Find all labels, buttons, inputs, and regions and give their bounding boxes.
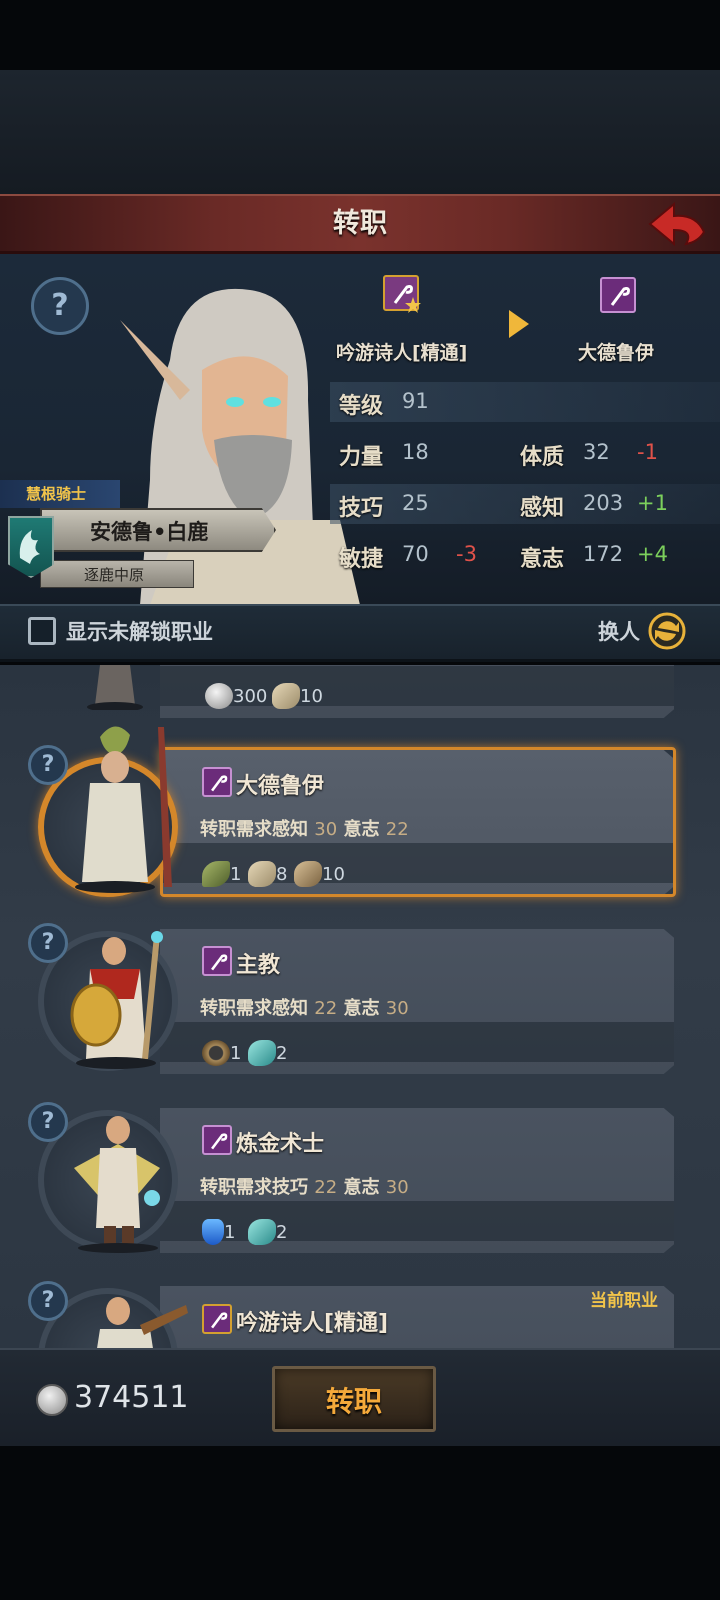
will-delta: +4 (637, 542, 668, 566)
agi-delta: -3 (456, 542, 477, 566)
job-portrait (87, 665, 143, 710)
job-requirement: 转职需求感知 30 意志 22 (200, 819, 409, 840)
scroll-icon (272, 683, 300, 709)
material-cloth: 2 (248, 1217, 289, 1247)
alchemist-portrait (74, 1116, 160, 1253)
swap-icon[interactable] (648, 612, 686, 650)
level-label: 等级 (339, 394, 384, 419)
ring-icon (202, 1040, 230, 1066)
material-ring: 1 (202, 1038, 243, 1068)
job-requirement: 转职需求技巧 22 意志 30 (200, 1177, 409, 1198)
con-delta: -1 (637, 440, 658, 464)
show-locked-label[interactable]: 显示未解锁职业 (66, 616, 213, 646)
page-title: 转职 (333, 208, 387, 239)
material-silver: 300 (205, 681, 269, 711)
potion-icon (202, 1219, 224, 1245)
current-class-icon (383, 275, 421, 313)
bishop-class-icon (202, 946, 232, 976)
con-label: 体质 (520, 445, 565, 470)
silver-coin-icon (205, 683, 233, 709)
job-requirement: 转职需求感知 22 意志 30 (200, 998, 409, 1019)
show-locked-checkbox[interactable] (28, 617, 56, 645)
bottom-spacer (0, 1446, 720, 1600)
per-delta: +1 (637, 491, 668, 515)
target-class-icon (600, 277, 636, 313)
top-band (0, 70, 720, 194)
will-value: 172 (583, 542, 624, 566)
job-name: 大德鲁伊 (236, 774, 325, 799)
skill-label: 技巧 (339, 496, 384, 521)
agi-value: 70 (402, 542, 429, 566)
skill-value: 25 (402, 491, 429, 515)
target-class-name: 大德鲁伊 (578, 342, 655, 364)
per-value: 203 (583, 491, 624, 515)
material-wood: 10 (294, 859, 347, 889)
wood-log-icon (294, 861, 322, 887)
material-herb: 1 (202, 859, 243, 889)
help-icon[interactable]: ? (28, 1281, 68, 1321)
cyan-cloth-icon (248, 1219, 276, 1245)
scroll-icon (248, 861, 276, 887)
help-icon[interactable]: ? (28, 923, 68, 963)
job-list[interactable]: 300 10 ? 大德鲁伊 转职需求感知 30 意志 22 1 8 10 ? 主… (0, 665, 720, 1355)
bard-portrait (96, 1297, 188, 1355)
alchemist-class-icon (202, 1125, 232, 1155)
material-scroll: 8 (248, 859, 289, 889)
will-label: 意志 (520, 547, 565, 572)
job-name: 主教 (236, 953, 281, 978)
job-name: 吟游诗人[精通] (236, 1311, 389, 1336)
material-potion: 1 (202, 1217, 237, 1247)
str-label: 力量 (339, 445, 384, 470)
back-arrow-icon[interactable] (646, 200, 708, 248)
money-amount: 374511 (74, 1380, 189, 1415)
druid-class-icon (202, 767, 232, 797)
bishop-portrait (70, 931, 163, 1069)
swap-character-label[interactable]: 换人 (598, 616, 640, 646)
druid-portrait (75, 726, 172, 893)
title-bar: 转职 (0, 194, 720, 254)
current-class-name: 吟游诗人[精通] (336, 342, 468, 364)
character-subtitle: 逐鹿中原 (84, 566, 145, 584)
help-icon[interactable]: ? (31, 277, 89, 335)
character-name: 安德鲁•白鹿 (90, 520, 209, 544)
job-change-screen: 转职 ? 吟游诗人[精通] 大德鲁伊 等级 91 力量 18 体质 32 -1 … (0, 0, 720, 1600)
bard-class-icon (202, 1304, 232, 1334)
material-cloth: 2 (248, 1038, 289, 1068)
job-change-button-label[interactable]: 转职 (272, 1380, 436, 1420)
con-value: 32 (583, 440, 610, 464)
cyan-cloth-icon (248, 1040, 276, 1066)
herb-icon (202, 861, 230, 887)
level-value: 91 (402, 389, 429, 413)
current-job-tag: 当前职业 (590, 1291, 658, 1311)
stat-row-level (330, 382, 720, 422)
silver-coin-icon (36, 1384, 68, 1416)
agi-label: 敏捷 (339, 547, 384, 572)
guild-tag: 慧根骑士 (0, 480, 120, 508)
arrow-right-icon (509, 310, 529, 338)
job-name: 炼金术士 (236, 1132, 325, 1157)
help-icon[interactable]: ? (28, 1102, 68, 1142)
str-value: 18 (402, 440, 429, 464)
material-scroll: 10 (272, 681, 325, 711)
per-label: 感知 (520, 496, 565, 521)
help-icon[interactable]: ? (28, 745, 68, 785)
